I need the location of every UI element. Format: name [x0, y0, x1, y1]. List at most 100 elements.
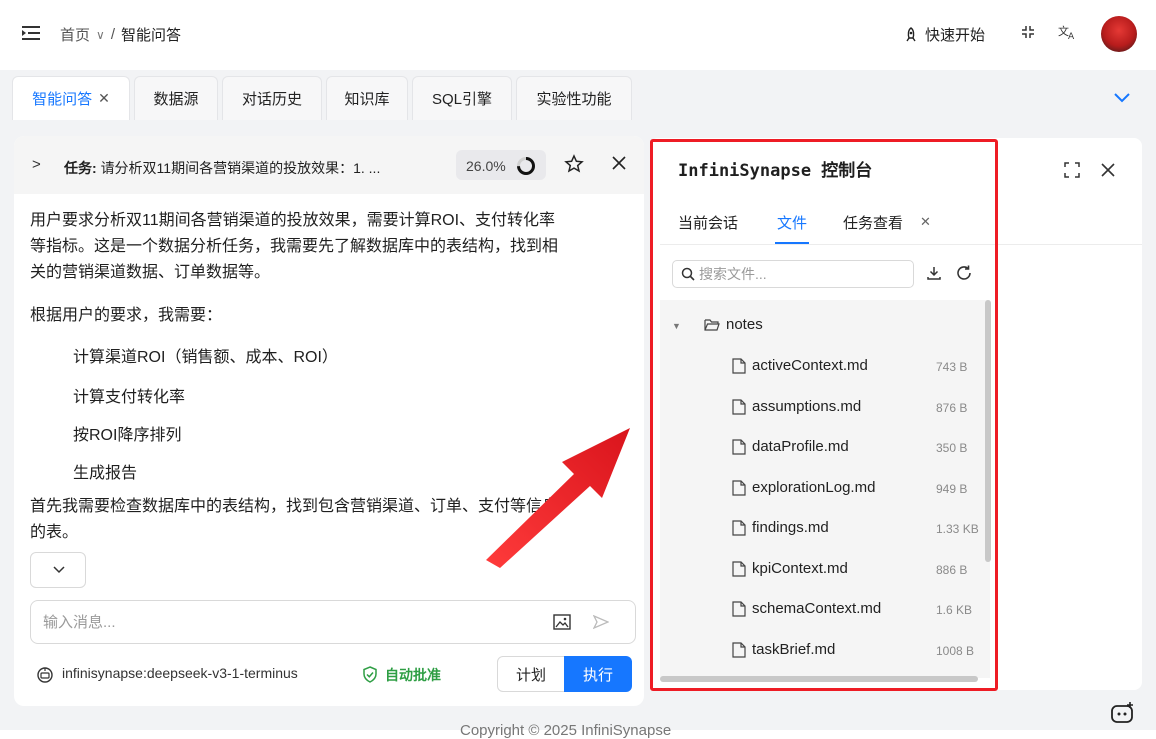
expand-button[interactable] [30, 552, 86, 588]
file-item[interactable]: activeContext.md [732, 357, 868, 374]
breadcrumb-separator: / [110, 26, 115, 43]
breadcrumb: 首页 ∨ / 智能问答 [60, 24, 181, 45]
file-item[interactable]: kpiContext.md [732, 560, 848, 577]
caret-down-icon[interactable]: ▼ [672, 321, 681, 331]
send-icon[interactable] [593, 615, 609, 629]
task-header[interactable]: > 任务: 请分析双11期间各营销渠道的投放效果：1. ... 26.0% [14, 136, 644, 194]
chat-assistant-button[interactable] [1100, 700, 1144, 730]
file-item[interactable]: taskBrief.md [732, 641, 835, 658]
menu-fold-icon[interactable] [22, 25, 40, 41]
avatar[interactable] [1101, 16, 1137, 52]
task-summary: 任务: 请分析双11期间各营销渠道的投放效果：1. ... [64, 158, 380, 178]
refresh-icon[interactable] [955, 264, 973, 282]
message-input-box [30, 600, 636, 644]
file-size: 350 B [936, 441, 968, 455]
tab-knowledge[interactable]: 知识库 [326, 76, 408, 120]
message-input[interactable] [43, 611, 523, 633]
file-item[interactable]: schemaContext.md [732, 600, 881, 617]
progress-ring-icon [516, 156, 536, 176]
file-icon [732, 398, 746, 415]
file-icon [732, 560, 746, 577]
horizontal-scrollbar[interactable] [660, 676, 978, 682]
image-icon[interactable] [553, 614, 571, 630]
file-icon [732, 479, 746, 496]
rocket-icon [903, 26, 919, 43]
file-size: 1.6 KB [936, 603, 973, 617]
search-icon [681, 267, 695, 281]
task-text: 请分析双11期间各营销渠道的投放效果：1. ... [100, 160, 381, 176]
tab-current-session[interactable]: 当前会话 [678, 212, 738, 233]
copyright: Copyright © 2025 InfiniSynapse [460, 722, 672, 739]
file-icon [732, 438, 746, 455]
svg-text:A: A [1068, 32, 1075, 40]
breadcrumb-current: 智能问答 [120, 27, 181, 44]
tab-smart-qa[interactable]: 智能问答 ✕ [12, 76, 130, 120]
message-line: 根据用户的要求，我需要： [30, 307, 223, 324]
top-header: 首页 ∨ / 智能问答 快速开始 文A [0, 0, 1156, 70]
file-size: 886 B [936, 563, 968, 577]
file-search-input[interactable] [699, 265, 899, 283]
auto-approve-toggle[interactable]: 自动批准 [385, 665, 441, 685]
file-name: schemaContext.md [752, 600, 882, 617]
tab-datasource[interactable]: 数据源 [134, 76, 218, 120]
shield-check-icon [362, 666, 378, 683]
folder-open-icon [704, 318, 720, 332]
fullscreen-icon[interactable] [1064, 162, 1080, 178]
plan-button[interactable]: 计划 [497, 656, 565, 692]
message-line: 关的营销渠道数据、订单数据等。 [30, 264, 271, 281]
tab-bar: 智能问答 ✕ 数据源 对话历史 知识库 SQL引擎 实验性功能 [0, 70, 1156, 126]
list-item: 生成报告 [73, 465, 138, 482]
fullscreen-icon[interactable] [1020, 24, 1036, 40]
file-name: dataProfile.md [752, 438, 849, 455]
tab-history[interactable]: 对话历史 [222, 76, 322, 120]
chevron-right-icon[interactable]: > [32, 156, 41, 173]
file-size: 949 B [936, 482, 968, 496]
close-icon[interactable]: ✕ [98, 90, 110, 107]
vertical-scrollbar[interactable] [985, 300, 991, 562]
file-icon [732, 357, 746, 374]
progress-text: 26.0% [466, 158, 506, 174]
chevron-down-icon[interactable] [1112, 88, 1132, 108]
tab-files[interactable]: 文件 [777, 212, 807, 233]
file-item[interactable]: findings.md [732, 519, 829, 536]
file-name: assumptions.md [752, 398, 862, 415]
close-icon[interactable] [610, 154, 628, 172]
tab-label: SQL引擎 [431, 91, 492, 108]
chevron-down-icon[interactable]: ∨ [96, 28, 105, 42]
file-item[interactable]: dataProfile.md [732, 438, 849, 455]
task-label: 任务: [64, 160, 97, 176]
quick-start-button[interactable]: 快速开始 [903, 24, 985, 45]
star-icon[interactable] [564, 154, 584, 174]
file-name: taskBrief.md [752, 641, 836, 658]
file-size: 743 B [936, 360, 968, 374]
file-icon [732, 519, 746, 536]
close-icon[interactable]: ✕ [920, 214, 931, 230]
file-search-box [672, 260, 914, 288]
divider [660, 244, 1142, 245]
breadcrumb-home[interactable]: 首页 [60, 24, 90, 45]
file-size: 876 B [936, 401, 968, 415]
list-item: 计算支付转化率 [73, 389, 186, 406]
tab-sql-engine[interactable]: SQL引擎 [412, 76, 512, 120]
tab-label: 对话历史 [241, 91, 302, 108]
file-item[interactable]: assumptions.md [732, 398, 861, 415]
folder-name: notes [726, 316, 763, 333]
model-name[interactable]: infinisynapse:deepseek-v3-1-terminus [62, 665, 298, 681]
tab-experimental[interactable]: 实验性功能 [516, 76, 632, 120]
tab-label: 数据源 [153, 91, 199, 108]
tab-label: 智能问答 [32, 91, 93, 108]
file-size: 1.33 KB [936, 522, 979, 536]
translate-icon[interactable]: 文A [1058, 24, 1076, 40]
folder-item[interactable]: notes [704, 316, 763, 333]
robot-icon [36, 666, 54, 684]
file-name: explorationLog.md [752, 479, 876, 496]
console-title: InfiniSynapse 控制台 [678, 161, 873, 181]
download-icon[interactable] [926, 265, 942, 281]
close-icon[interactable] [1100, 162, 1116, 178]
file-name: kpiContext.md [752, 560, 848, 577]
annotation-arrow-icon [486, 428, 630, 568]
file-item[interactable]: explorationLog.md [732, 479, 875, 496]
execute-button[interactable]: 执行 [564, 656, 632, 692]
chat-message: 用户要求分析双11期间各营销渠道的投放效果，需要计算ROI、支付转化率 等指标。… [30, 208, 558, 286]
tab-task-view[interactable]: 任务查看 [843, 212, 903, 233]
